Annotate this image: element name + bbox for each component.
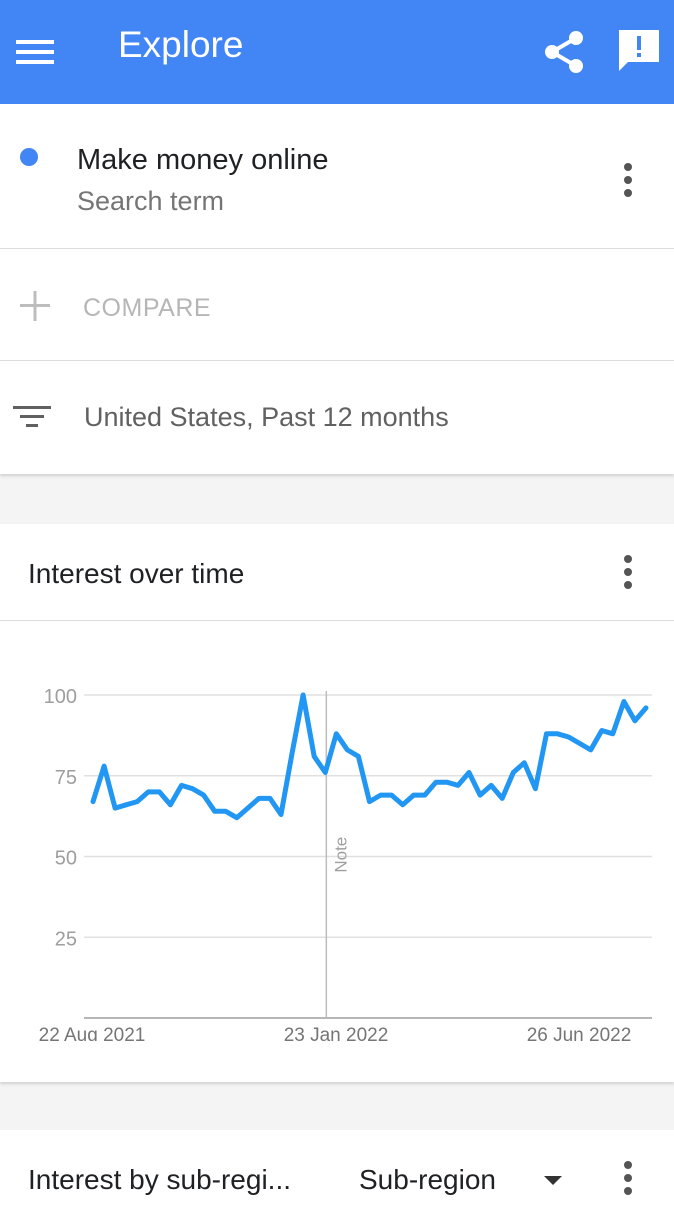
y-tick-label: 75 — [55, 767, 77, 789]
subregion-dropdown[interactable]: Sub-region — [359, 1164, 496, 1196]
divider — [0, 360, 674, 361]
y-tick-label: 50 — [55, 848, 77, 870]
interest-by-subregion-card: Interest by sub-regi... Sub-region — [0, 1130, 674, 1223]
y-tick-label: 100 — [44, 686, 77, 708]
subregion-title: Interest by sub-regi... — [28, 1164, 292, 1195]
page-title: Explore — [118, 24, 244, 65]
search-term-card: Make money online Search term COMPARE Un… — [0, 104, 674, 474]
plus-icon[interactable] — [20, 291, 50, 321]
filter-summary[interactable]: United States, Past 12 months — [84, 402, 449, 433]
compare-button[interactable]: COMPARE — [83, 294, 211, 323]
search-term-more-icon[interactable] — [613, 160, 643, 204]
interest-chart: 100 75 50 25 Note 22 Aug 2021 23 Jan 2022 26 … — [39, 686, 652, 1041]
x-tick-label: 22 Aug 2021 — [39, 1025, 146, 1041]
menu-icon[interactable] — [16, 32, 56, 72]
series-line[interactable] — [90, 692, 649, 821]
search-term-type: Search term — [77, 186, 225, 216]
chart-more-icon[interactable] — [613, 552, 643, 596]
filter-icon[interactable] — [13, 402, 51, 432]
app-bar: Explore — [0, 0, 674, 104]
divider — [0, 248, 674, 249]
interest-over-time-card: Interest over time 100 75 50 25 Note 22 Aug… — [0, 524, 674, 1082]
chart-title: Interest over time — [28, 558, 245, 589]
x-tick-label: 23 Jan 2022 — [284, 1025, 389, 1041]
x-tick-label: 26 Jun 2022 — [527, 1025, 632, 1041]
term-color-dot — [20, 148, 38, 166]
y-tick-label: 25 — [55, 928, 77, 950]
chevron-down-icon[interactable] — [544, 1176, 562, 1185]
feedback-icon[interactable] — [614, 26, 664, 76]
share-icon[interactable] — [540, 28, 588, 76]
note-label[interactable]: Note — [331, 837, 350, 873]
search-term-name[interactable]: Make money online — [77, 144, 328, 177]
subregion-more-icon[interactable] — [613, 1158, 643, 1202]
